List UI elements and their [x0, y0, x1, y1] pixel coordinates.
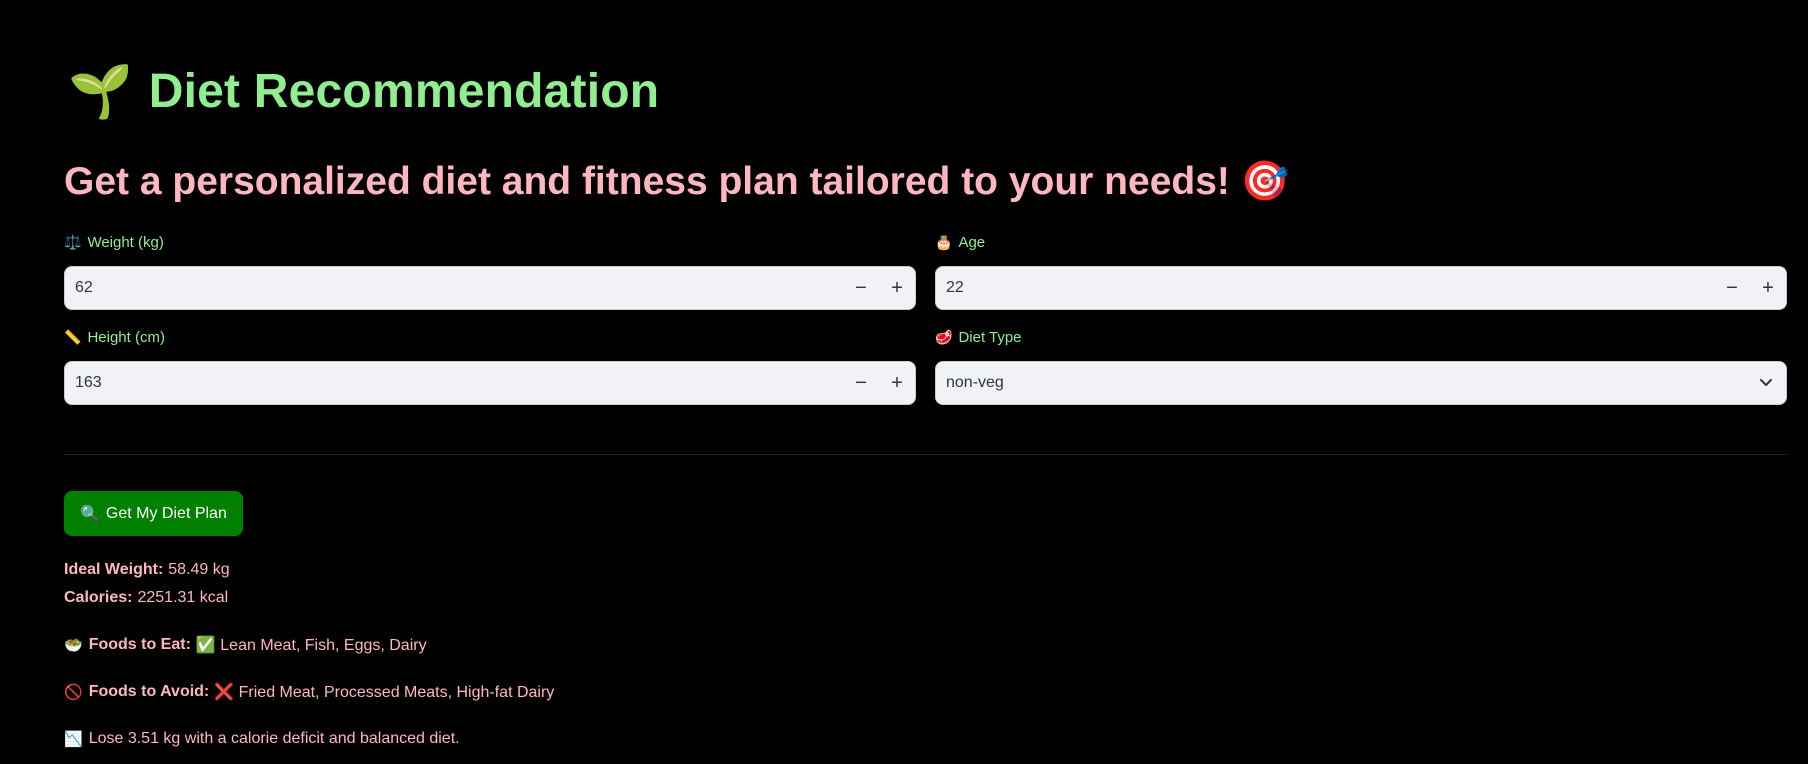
height-input-value[interactable]: 163: [65, 374, 843, 392]
ruler-icon: 📏: [64, 328, 82, 345]
calories-value: 2251.31 kcal: [137, 589, 229, 606]
magnifier-icon: 🔍: [80, 505, 100, 523]
meat-icon: 🥩: [935, 328, 953, 345]
get-diet-plan-button-label: Get My Diet Plan: [105, 504, 227, 522]
page-title: 🌱 Diet Recommendation: [68, 64, 659, 119]
calories-label: Calories:: [64, 589, 133, 606]
age-label: 🎂 Age: [935, 232, 1787, 252]
age-input-value[interactable]: 22: [936, 279, 1714, 297]
age-field: 🎂 Age 22 − +: [935, 232, 1787, 310]
chart-decreasing-icon: 📉: [64, 731, 83, 748]
age-increment-button[interactable]: +: [1750, 267, 1786, 309]
height-label: 📏 Height (cm): [64, 327, 916, 347]
section-divider: [64, 454, 1788, 455]
salad-icon: 🥗: [64, 637, 83, 654]
weight-label-text: Weight (kg): [87, 233, 164, 251]
diet-type-label-text: Diet Type: [958, 328, 1022, 346]
diet-type-field: 🥩 Diet Type non-veg: [935, 327, 1787, 405]
foods-to-eat-line: 🥗 Foods to Eat: ✅ Lean Meat, Fish, Eggs,…: [64, 631, 554, 659]
cake-icon: 🎂: [935, 233, 953, 250]
weight-input-value[interactable]: 62: [65, 279, 843, 297]
weight-field: ⚖️ Weight (kg) 62 − +: [64, 232, 916, 310]
foods-to-avoid-value: ❌ Fried Meat, Processed Meats, High-fat …: [214, 684, 555, 701]
prohibited-icon: 🚫: [64, 684, 83, 701]
height-number-input[interactable]: 163 − +: [64, 361, 916, 405]
ideal-weight-line: Ideal Weight: 58.49 kg: [64, 556, 554, 584]
age-number-input[interactable]: 22 − +: [935, 266, 1787, 310]
foods-to-eat-value: ✅ Lean Meat, Fish, Eggs, Dairy: [195, 637, 427, 654]
chevron-down-icon[interactable]: [1746, 378, 1786, 388]
age-decrement-button[interactable]: −: [1714, 267, 1750, 309]
weight-goal-line: 📉 Lose 3.51 kg with a calorie deficit an…: [64, 725, 554, 753]
height-label-text: Height (cm): [87, 328, 165, 346]
foods-to-avoid-label: Foods to Avoid:: [88, 683, 210, 700]
ideal-weight-value: 58.49 kg: [168, 561, 230, 578]
foods-to-avoid-line: 🚫 Foods to Avoid: ❌ Fried Meat, Processe…: [64, 678, 554, 706]
height-decrement-button[interactable]: −: [843, 362, 879, 404]
get-diet-plan-button[interactable]: 🔍 Get My Diet Plan: [64, 491, 243, 536]
seedling-icon: 🌱: [68, 62, 133, 121]
height-increment-button[interactable]: +: [879, 362, 915, 404]
app-root: 🌱 Diet Recommendation Get a personalized…: [0, 0, 1808, 764]
weight-decrement-button[interactable]: −: [843, 267, 879, 309]
results-panel: Ideal Weight: 58.49 kg Calories: 2251.31…: [64, 556, 554, 753]
foods-to-eat-label: Foods to Eat:: [88, 636, 191, 653]
height-field: 📏 Height (cm) 163 − +: [64, 327, 916, 405]
diet-type-select[interactable]: non-veg: [935, 361, 1787, 405]
weight-increment-button[interactable]: +: [879, 267, 915, 309]
page-subtitle: Get a personalized diet and fitness plan…: [64, 160, 1290, 203]
diet-type-selected-value[interactable]: non-veg: [936, 374, 1746, 392]
weight-number-input[interactable]: 62 − +: [64, 266, 916, 310]
calories-line: Calories: 2251.31 kcal: [64, 584, 554, 612]
scale-icon: ⚖️: [64, 233, 82, 250]
ideal-weight-label: Ideal Weight:: [64, 561, 164, 578]
weight-goal-text: Lose 3.51 kg with a calorie deficit and …: [88, 730, 460, 747]
diet-type-label: 🥩 Diet Type: [935, 327, 1787, 347]
page-title-text: Diet Recommendation: [148, 65, 660, 118]
age-label-text: Age: [958, 233, 986, 251]
weight-label: ⚖️ Weight (kg): [64, 232, 916, 252]
